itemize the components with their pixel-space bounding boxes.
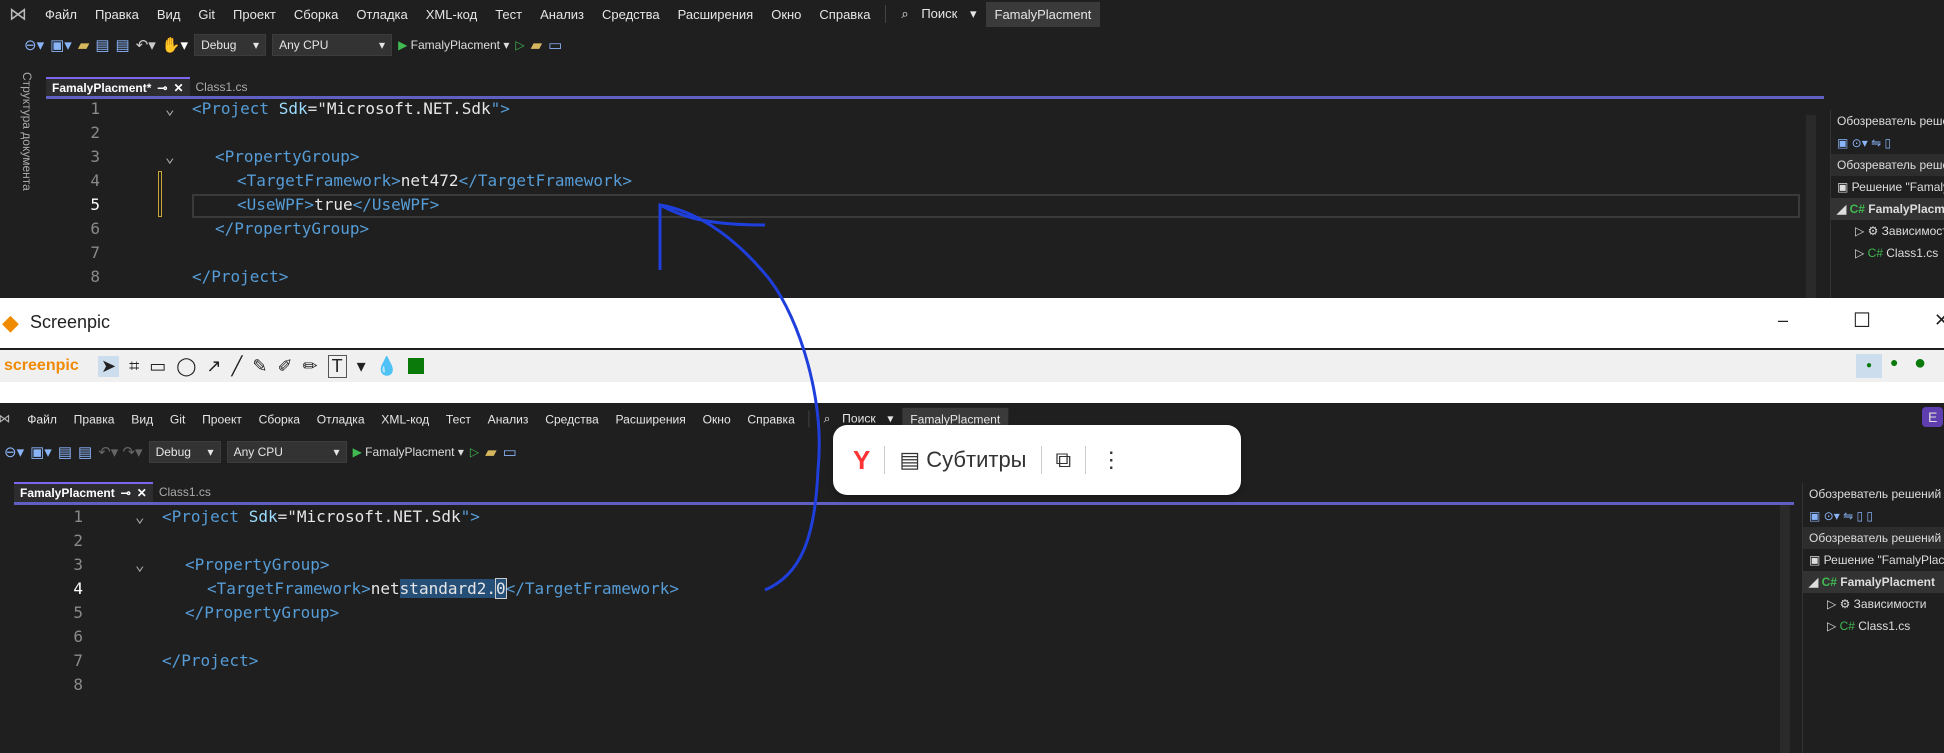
annotation-stroke [658, 203, 821, 592]
annotation-arrow [658, 203, 821, 592]
